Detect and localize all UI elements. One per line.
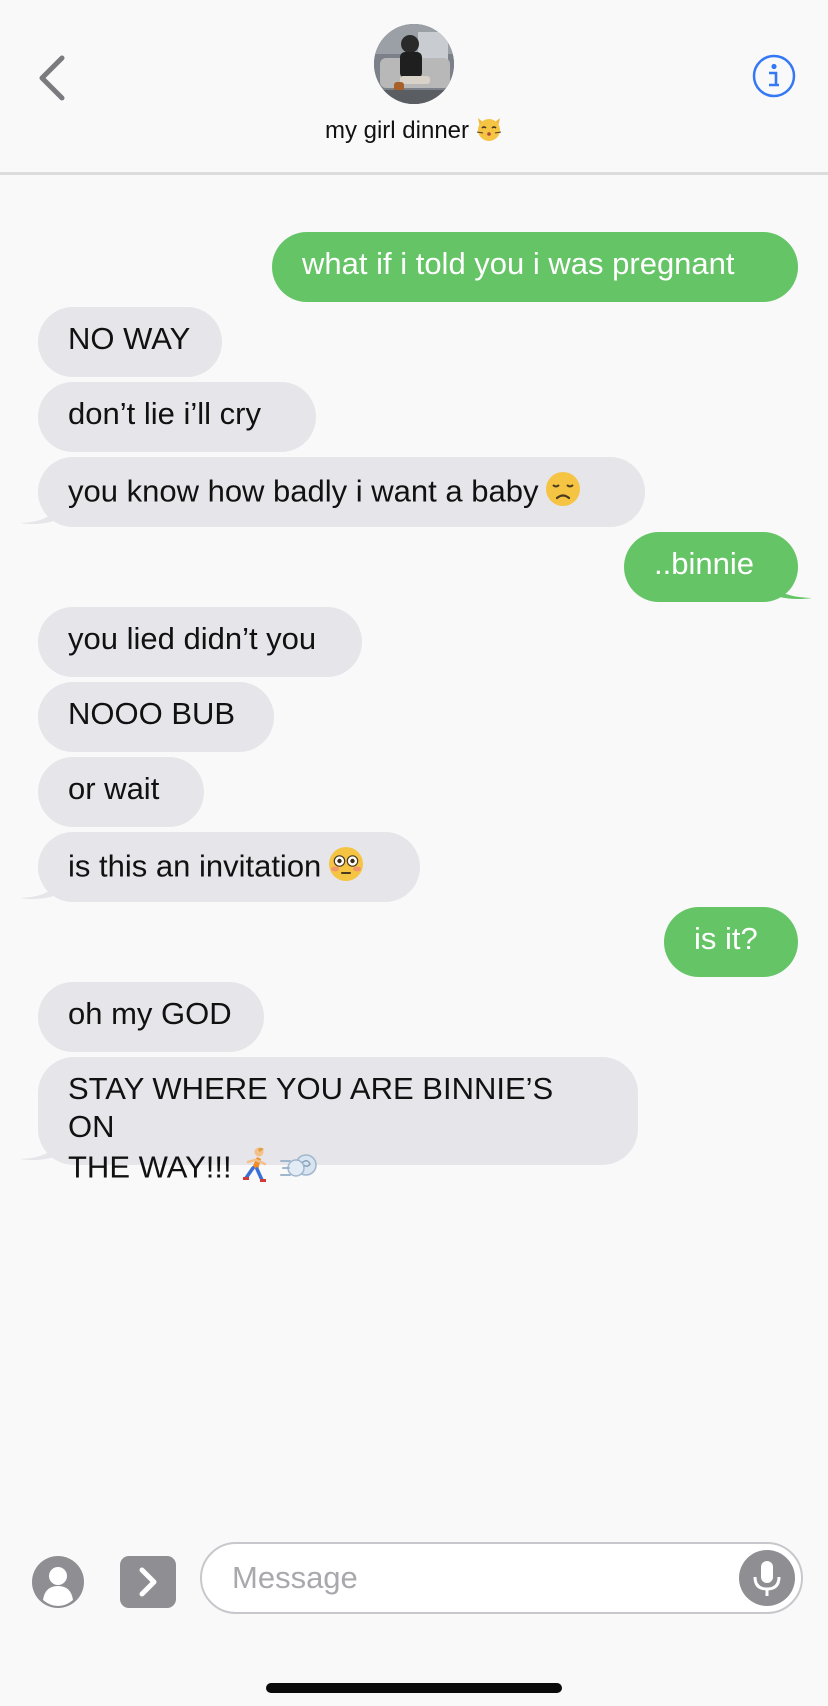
message-thread[interactable]: what if i told you i was pregnant NO WAY… xyxy=(0,0,828,1706)
microphone-icon[interactable] xyxy=(739,1550,795,1606)
app-drawer-chevron-icon[interactable] xyxy=(120,1556,176,1608)
message-bubble-outgoing[interactable]: ..binnie xyxy=(624,532,798,602)
message-text: you know how badly i want a baby xyxy=(68,473,539,509)
message-text: is it? xyxy=(694,921,758,956)
message-text: NO WAY xyxy=(68,321,191,356)
message-text: what if i told you i was pregnant xyxy=(302,246,735,281)
flushed-face-emoji-icon xyxy=(327,845,365,892)
message-text: don’t lie i’ll cry xyxy=(68,396,261,431)
message-bubble-outgoing[interactable]: is it? xyxy=(664,907,798,977)
home-indicator[interactable] xyxy=(266,1683,562,1693)
message-text: oh my GOD xyxy=(68,996,232,1031)
message-bubble-incoming[interactable]: NOOO BUB xyxy=(38,682,274,752)
disappointed-face-emoji-icon xyxy=(544,470,582,517)
message-composer: Message xyxy=(0,1520,828,1706)
message-text: ..binnie xyxy=(654,546,754,581)
message-bubble-incoming[interactable]: oh my GOD xyxy=(38,982,264,1052)
message-text: THE WAY!!! xyxy=(68,1149,232,1185)
message-bubble-incoming[interactable]: NO WAY xyxy=(38,307,222,377)
message-text-line-2: THE WAY!!! xyxy=(68,1146,608,1193)
message-input[interactable]: Message xyxy=(200,1542,803,1614)
contact-card-icon[interactable] xyxy=(32,1556,84,1608)
dash-emoji-icon xyxy=(279,1146,320,1193)
message-bubble-incoming[interactable]: don’t lie i’ll cry xyxy=(38,382,316,452)
message-bubble-incoming[interactable]: is this an invitation xyxy=(38,832,420,902)
message-text: or wait xyxy=(68,771,160,806)
message-bubble-incoming[interactable]: you lied didn’t you xyxy=(38,607,362,677)
message-bubble-outgoing[interactable]: what if i told you i was pregnant xyxy=(272,232,798,302)
message-bubble-incoming[interactable]: STAY WHERE YOU ARE BINNIE’S ON THE WAY!!… xyxy=(38,1057,638,1185)
message-text: NOOO BUB xyxy=(68,696,236,731)
message-bubble-incoming[interactable]: you know how badly i want a baby xyxy=(38,457,645,527)
message-text-line: STAY WHERE YOU ARE BINNIE’S ON xyxy=(68,1071,554,1144)
running-person-emoji-icon xyxy=(238,1146,274,1193)
message-text: you lied didn’t you xyxy=(68,621,317,656)
message-bubble-incoming[interactable]: or wait xyxy=(38,757,204,827)
message-text: is this an invitation xyxy=(68,848,322,884)
message-input-placeholder: Message xyxy=(232,1560,358,1595)
